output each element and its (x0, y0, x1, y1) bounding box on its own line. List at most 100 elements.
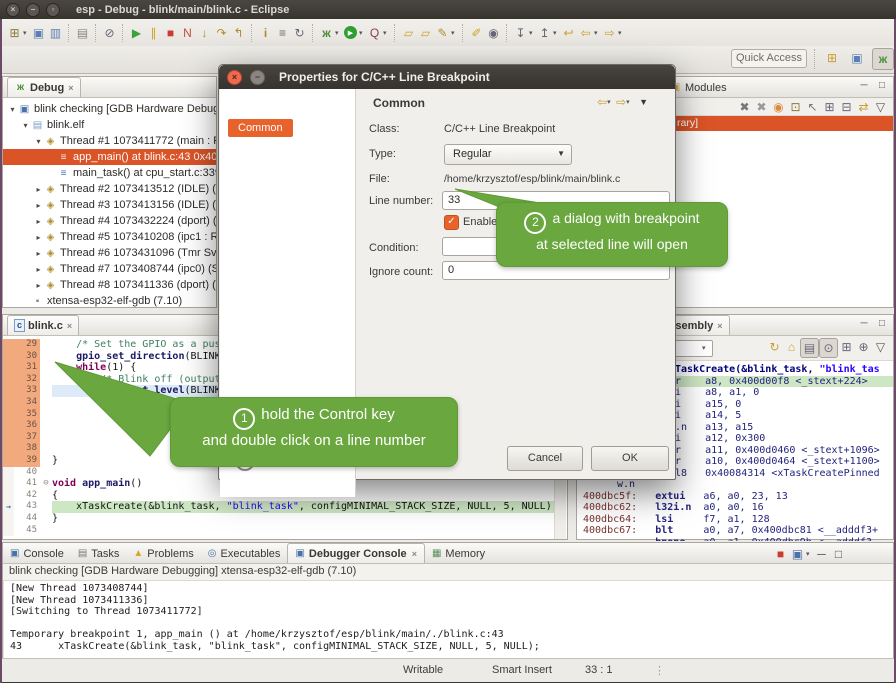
collapse-icon[interactable]: ▾ (20, 121, 31, 130)
view-menu-icon[interactable]: ▽ (872, 338, 889, 356)
expand-icon[interactable]: ▸ (33, 233, 44, 242)
debug-perspective-icon[interactable]: ж (872, 48, 894, 70)
chevron-down-icon[interactable]: ▾ (383, 29, 390, 37)
annotation-column[interactable] (3, 374, 14, 386)
disassembly-line[interactable]: 400dbc64: lsi f7, a1, 128 (577, 514, 893, 526)
back-nav-icon[interactable]: ⇦ (597, 95, 607, 109)
debug-tree-row[interactable]: ▸◈Thread #5 1073410208 (ipc1 : Runni (3, 229, 216, 245)
expand-icon[interactable]: ▸ (33, 185, 44, 194)
terminate-console-icon[interactable]: ■ (772, 545, 789, 563)
forward-nav-icon[interactable]: ⇨ (616, 95, 626, 109)
sidebar-item-common[interactable]: Common (228, 119, 293, 137)
line-number[interactable]: 34 (14, 397, 40, 409)
instruction-pointer-icon[interactable]: → (3, 501, 14, 513)
expand-icon[interactable]: ▸ (33, 201, 44, 210)
annotation-column[interactable] (3, 409, 14, 421)
tab-debugger-console[interactable]: ▣Debugger Console× (287, 543, 425, 563)
filter-icon[interactable]: ◉ (770, 98, 787, 116)
line-number[interactable]: 35 (14, 409, 40, 421)
annotation-column[interactable] (3, 351, 14, 363)
editor-line[interactable]: →43 xTaskCreate(&blink_task, "blink_task… (3, 501, 567, 513)
disassembly-line[interactable]: 400dbc5f: extui a6, a0, 23, 13 (577, 491, 893, 503)
chevron-down-icon[interactable]: ▾ (806, 550, 813, 558)
chevron-down-icon[interactable]: ▾ (23, 29, 30, 37)
annotation-column[interactable] (3, 525, 14, 537)
minimize-icon[interactable]: ─ (813, 545, 830, 563)
instruction-stepping-icon[interactable]: i (257, 24, 274, 42)
debug-icon[interactable]: ж (318, 24, 335, 42)
expand-all-icon[interactable]: ⊞ (821, 98, 838, 116)
tab-console[interactable]: ▣Console (3, 544, 71, 563)
expand-icon[interactable]: ▸ (33, 249, 44, 258)
chevron-down-icon[interactable]: ▾ (359, 29, 366, 37)
annotation-column[interactable] (3, 339, 14, 351)
mark-occurrences-icon[interactable]: ✐ (468, 24, 485, 42)
enabled-checkbox[interactable]: ✓ (444, 215, 459, 230)
pin-icon[interactable]: ⊕ (855, 338, 872, 356)
dialog-minimize-button[interactable]: − (250, 70, 265, 85)
debug-tree-row[interactable]: ▾◈Thread #1 1073411772 (main : Runn (3, 133, 216, 149)
skip-breakpoints-icon[interactable]: ⊘ (101, 24, 118, 42)
open-element-icon[interactable]: ▱ (400, 24, 417, 42)
annotation-column[interactable] (3, 362, 14, 374)
line-number[interactable]: 42 (14, 490, 40, 502)
chevron-down-icon[interactable]: ▾ (594, 29, 601, 37)
window-minimize-button[interactable]: − (26, 3, 40, 17)
debug-tree-row[interactable]: ▾▣blink checking [GDB Hardware Debug (3, 101, 216, 117)
line-number[interactable]: 36 (14, 420, 40, 432)
window-close-button[interactable]: × (6, 3, 20, 17)
tab-memory[interactable]: ▦Memory (425, 544, 492, 563)
line-number[interactable]: 32 (14, 374, 40, 386)
annotation-column[interactable] (3, 385, 14, 397)
next-annotation-icon[interactable]: ↧ (512, 24, 529, 42)
profile-icon[interactable]: Q (366, 24, 383, 42)
last-edit-icon[interactable]: ↩ (560, 24, 577, 42)
view-menu-icon[interactable]: ▼ (639, 97, 648, 107)
resume-icon[interactable]: ▶ (128, 24, 145, 42)
line-number[interactable]: 38 (14, 443, 40, 455)
status-handle-icon[interactable]: ⋮ (654, 664, 665, 677)
sync-context-icon[interactable]: ⊙ (819, 338, 838, 358)
show-execution-icon[interactable]: ≡ (274, 24, 291, 42)
tab-close-icon[interactable]: × (717, 321, 722, 331)
debug-tree-row[interactable]: ≡main_task() at cpu_start.c:339 0x (3, 165, 216, 181)
open-perspective-icon[interactable]: ⊞ (822, 48, 842, 68)
save-icon[interactable]: ▣ (30, 24, 47, 42)
minimize-icon[interactable]: ─ (857, 318, 871, 329)
cancel-button[interactable]: Cancel (507, 446, 583, 471)
debug-tree-row[interactable]: ▾▤blink.elf (3, 117, 216, 133)
line-number[interactable]: 31 (14, 362, 40, 374)
tab-blink-c[interactable]: c blink.c× (7, 315, 79, 335)
tab-problems[interactable]: ▲Problems (126, 544, 200, 563)
line-number[interactable]: 44 (14, 513, 40, 525)
back-icon[interactable]: ⇦ (577, 24, 594, 42)
disassembly-line[interactable]: 400dbc62: l32i.n a0, a0, 16 (577, 502, 893, 514)
annotation-column[interactable] (3, 420, 14, 432)
annotation-column[interactable] (3, 513, 14, 525)
annotation-column[interactable] (3, 490, 14, 502)
fold-minus-icon[interactable]: ⊖ (40, 478, 52, 490)
disassembly-line[interactable]: w.n (577, 479, 893, 491)
modules-selected-row[interactable]: rary] (659, 116, 893, 131)
step-over-icon[interactable]: ↷ (213, 24, 230, 42)
annotation-column[interactable] (3, 455, 14, 467)
prev-annotation-icon[interactable]: ↥ (536, 24, 553, 42)
link-with-debug-icon[interactable]: ⇄ (855, 98, 872, 116)
annotate-icon[interactable]: ✎ (434, 24, 451, 42)
tab-close-icon[interactable]: × (67, 321, 72, 331)
home-icon[interactable]: ⌂ (783, 338, 800, 356)
window-titlebar[interactable]: × − ▫ esp - Debug - blink/main/blink.c -… (0, 0, 896, 19)
line-number[interactable]: 43 (14, 501, 40, 513)
line-number[interactable]: 41 (14, 478, 40, 490)
debug-tree-row[interactable]: ▸◈Thread #3 1073413156 (IDLE) (Susp (3, 197, 216, 213)
line-number[interactable]: 29 (14, 339, 40, 351)
line-number[interactable]: 45 (14, 525, 40, 537)
restart-icon[interactable]: ↻ (291, 24, 308, 42)
tab-tasks[interactable]: ▤Tasks (71, 544, 127, 563)
debug-tree-row[interactable]: ▪xtensa-esp32-elf-gdb (7.10) (3, 293, 216, 309)
chevron-down-icon[interactable]: ▾ (626, 98, 633, 106)
view-menu-icon[interactable]: ▽ (872, 98, 889, 116)
debug-tree-row[interactable]: ▸◈Thread #6 1073431096 (Tmr Svc) (S (3, 245, 216, 261)
open-resource-icon[interactable]: ▱ (417, 24, 434, 42)
annotation-column[interactable] (3, 467, 14, 479)
